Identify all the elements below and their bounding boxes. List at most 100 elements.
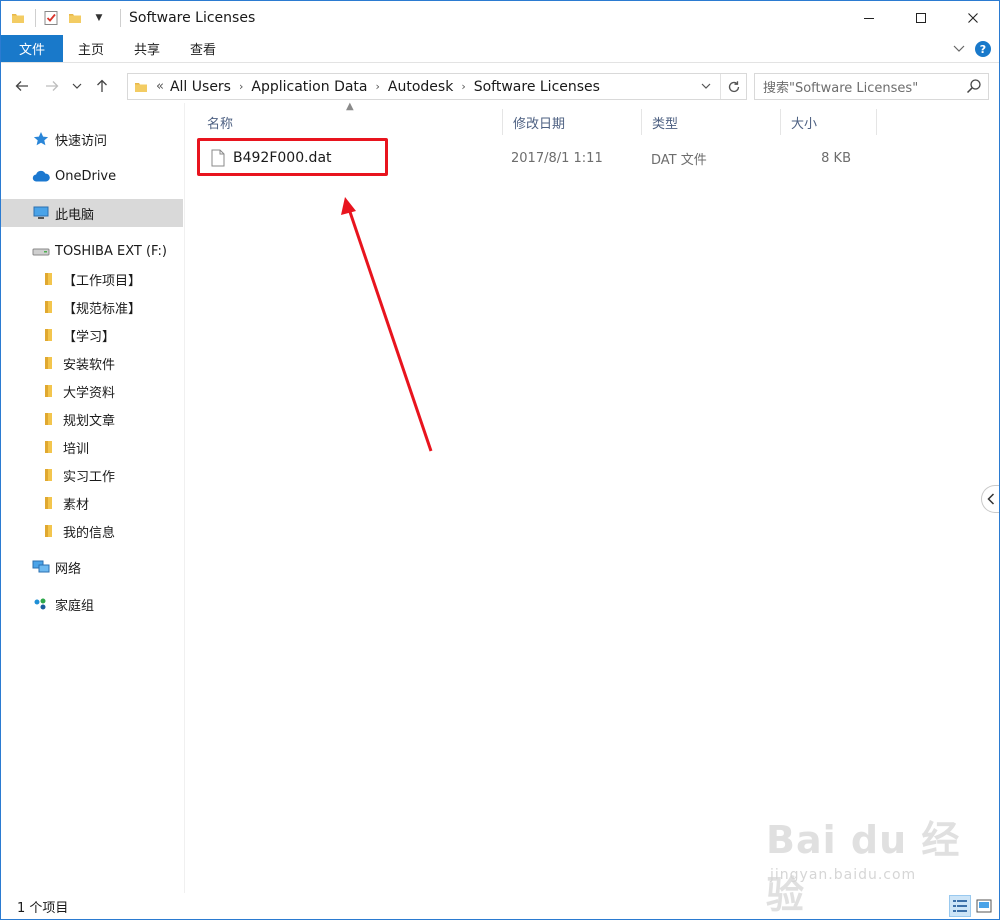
quick-access-toolbar: ▼ — [1, 1, 114, 35]
file-icon — [211, 149, 225, 167]
address-dropdown-icon[interactable] — [696, 74, 716, 99]
file-name: B492F000.dat — [233, 150, 332, 166]
item-count: 1 个项目 — [17, 900, 69, 916]
file-type: DAT 文件 — [651, 152, 707, 168]
address-bar[interactable]: « All Users › Application Data › Autodes… — [127, 73, 747, 100]
tab-share[interactable]: 共享 — [119, 35, 175, 62]
file-row[interactable]: B492F000.dat 2017/8/1 1:11 DAT 文件 8 KB — [199, 143, 879, 173]
expand-ribbon-icon[interactable] — [953, 42, 965, 57]
view-buttons — [949, 895, 995, 917]
search-icon[interactable] — [966, 78, 982, 98]
minimize-button[interactable] — [843, 1, 895, 35]
title-bar: ▼ Software Licenses — [1, 1, 999, 35]
folder-icon — [39, 383, 59, 399]
sidebar-label: 此电脑 — [55, 207, 95, 223]
sidebar-label: TOSHIBA EXT (F:) — [55, 243, 167, 259]
file-explorer-window: ▼ Software Licenses 文件 主页 共享 查看 ? « All … — [0, 0, 1000, 920]
sidebar-folder[interactable]: 【规范标准】 — [1, 293, 183, 321]
sidebar-item-homegroup[interactable]: 家庭组 — [1, 590, 183, 618]
search-input[interactable]: 搜索"Software Licenses" — [754, 73, 989, 100]
column-name[interactable]: 名称 — [197, 109, 503, 135]
breadcrumb-autodesk[interactable]: Autodesk — [388, 79, 453, 95]
large-icons-view-icon[interactable] — [973, 895, 995, 917]
folder-icon — [39, 299, 59, 315]
sidebar-item-drive-f[interactable]: TOSHIBA EXT (F:) — [1, 237, 183, 265]
sidebar-folder[interactable]: 素材 — [1, 489, 183, 517]
details-view-icon[interactable] — [949, 895, 971, 917]
sidebar-label: 培训 — [63, 441, 90, 457]
forward-button[interactable] — [37, 71, 67, 101]
sidebar-label: OneDrive — [55, 168, 117, 184]
recent-locations-button[interactable] — [67, 71, 87, 101]
tab-view[interactable]: 查看 — [175, 35, 231, 62]
tab-file[interactable]: 文件 — [1, 35, 64, 62]
navigation-bar: « All Users › Application Data › Autodes… — [1, 69, 999, 103]
refresh-icon[interactable] — [720, 74, 746, 99]
sidebar-label: 实习工作 — [63, 469, 116, 485]
baidu-watermark: Bai du 经验 jingyan.baidu.com — [766, 809, 981, 917]
breadcrumb-all-users[interactable]: All Users — [170, 79, 231, 95]
folder-icon — [39, 467, 59, 483]
address-overflow[interactable]: « — [156, 79, 164, 94]
chevron-right-icon[interactable]: › — [239, 80, 243, 93]
column-type[interactable]: 类型 — [642, 109, 781, 135]
new-folder-icon[interactable] — [66, 9, 84, 27]
status-bar: 1 个项目 — [1, 893, 999, 919]
sidebar-label: 【学习】 — [63, 329, 116, 345]
column-date[interactable]: 修改日期 — [503, 109, 642, 135]
sidebar-folder[interactable]: 培训 — [1, 433, 183, 461]
search-placeholder: 搜索"Software Licenses" — [763, 81, 919, 96]
help-icon[interactable]: ? — [975, 41, 991, 57]
sidebar-folder[interactable]: 实习工作 — [1, 461, 183, 489]
breadcrumb-software-licenses[interactable]: Software Licenses — [474, 79, 600, 95]
sidebar-label: 家庭组 — [55, 598, 95, 614]
folder-icon — [39, 523, 59, 539]
properties-check-icon[interactable] — [42, 9, 60, 27]
sidebar-label: 安装软件 — [63, 357, 116, 373]
close-button[interactable] — [947, 1, 999, 35]
folder-icon — [130, 80, 152, 94]
chevron-right-icon[interactable]: › — [376, 80, 380, 93]
folder-icon — [39, 439, 59, 455]
up-button[interactable] — [87, 71, 117, 101]
watermark-url: jingyan.baidu.com — [770, 867, 917, 883]
sidebar-label: 快速访问 — [55, 133, 108, 149]
sidebar-label: 大学资料 — [63, 385, 116, 401]
computer-icon — [31, 205, 51, 221]
column-size[interactable]: 大小 — [781, 109, 877, 135]
window-controls — [843, 1, 999, 35]
toolbar-divider — [35, 9, 36, 27]
sidebar-item-quick-access[interactable]: 快速访问 — [1, 125, 183, 153]
sidebar-folder[interactable]: 规划文章 — [1, 405, 183, 433]
sidebar-label: 素材 — [63, 497, 90, 513]
chevron-right-icon[interactable]: › — [461, 80, 465, 93]
folder-icon — [39, 355, 59, 371]
sidebar-item-network[interactable]: 网络 — [1, 553, 183, 581]
sidebar-label: 【工作项目】 — [63, 273, 142, 289]
sidebar-item-onedrive[interactable]: OneDrive — [1, 162, 183, 190]
folder-icon — [39, 495, 59, 511]
customize-dropdown-icon[interactable]: ▼ — [90, 9, 108, 27]
sidebar-folder[interactable]: 安装软件 — [1, 349, 183, 377]
sidebar-folder[interactable]: 大学资料 — [1, 377, 183, 405]
navigation-pane: 快速访问 OneDrive 此电脑 TOSHIBA EXT (F:) 【工作项目… — [1, 103, 185, 893]
homegroup-icon — [31, 596, 51, 612]
sidebar-label: 【规范标准】 — [63, 301, 142, 317]
folder-icon — [39, 271, 59, 287]
breadcrumb-application-data[interactable]: Application Data — [251, 79, 367, 95]
window-title: Software Licenses — [120, 9, 255, 27]
sidebar-folder[interactable]: 【学习】 — [1, 321, 183, 349]
collapse-pane-button[interactable] — [981, 485, 999, 513]
cloud-icon — [31, 168, 51, 184]
sidebar-label: 网络 — [55, 561, 82, 577]
sidebar-folder[interactable]: 我的信息 — [1, 517, 183, 545]
file-name-cell: B492F000.dat — [199, 149, 501, 167]
sidebar-item-this-pc[interactable]: 此电脑 — [1, 199, 183, 227]
tab-home[interactable]: 主页 — [63, 35, 119, 62]
file-size: 8 KB — [821, 150, 851, 166]
sidebar-folder[interactable]: 【工作项目】 — [1, 265, 183, 293]
folder-icon — [9, 9, 27, 27]
back-button[interactable] — [7, 71, 37, 101]
maximize-button[interactable] — [895, 1, 947, 35]
ribbon-right-controls: ? — [953, 35, 991, 63]
